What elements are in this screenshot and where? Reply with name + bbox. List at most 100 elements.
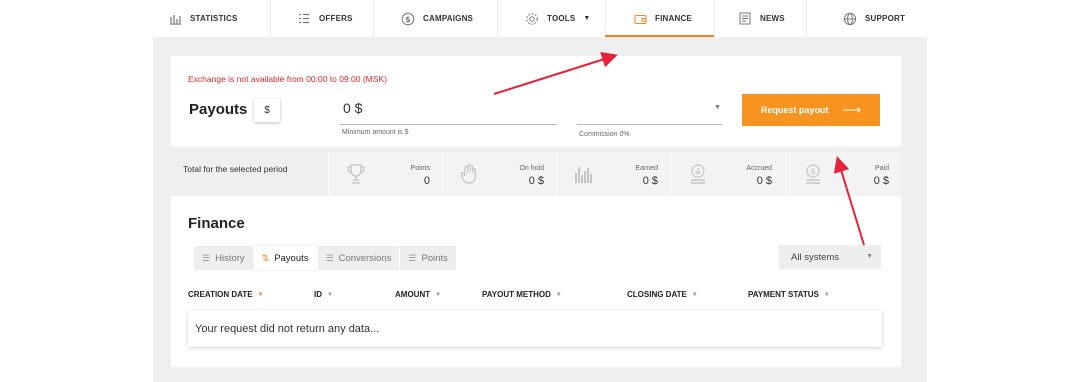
payout-method-select[interactable] — [577, 124, 722, 125]
nav-label: NEWS — [760, 14, 785, 23]
stat-accrued: Accrued 0 $ — [670, 152, 784, 196]
chevron-down-icon[interactable]: ▼ — [714, 104, 721, 111]
sort-down-icon: ▼ — [327, 291, 333, 298]
coin-stack-icon: $ — [802, 162, 824, 186]
stat-value: 0 $ — [756, 175, 772, 187]
stat-points: Points 0 — [328, 152, 442, 196]
download-coin-icon — [687, 162, 709, 186]
commission-text: Commission 0% — [579, 131, 630, 138]
nav-campaigns[interactable]: $ CAMPAIGNS — [401, 0, 473, 37]
sort-arrows-icon: ⇅ — [261, 252, 270, 263]
column-creation-date[interactable]: CREATION DATE ▼ — [188, 290, 264, 299]
globe-icon — [843, 12, 857, 26]
tab-label: Points — [421, 252, 448, 264]
svg-text:$: $ — [577, 165, 581, 173]
amount-underline — [340, 124, 557, 125]
nav-divider — [497, 0, 498, 37]
empty-state-row: Your request did not return any data... — [188, 310, 882, 347]
column-label: CREATION DATE — [188, 290, 253, 299]
nav-label: TOOLS — [547, 14, 576, 23]
stat-label: Points — [410, 165, 430, 172]
nav-divider — [373, 0, 374, 37]
sort-down-icon: ▼ — [823, 291, 830, 298]
nav-label: SUPPORT — [865, 14, 906, 23]
stat-on-hold: On hold 0 $ — [442, 152, 556, 196]
dollar-circle-icon: $ — [401, 12, 415, 26]
nav-label: OFFERS — [319, 14, 353, 23]
stat-value: 0 $ — [642, 175, 658, 187]
nav-support[interactable]: SUPPORT — [843, 0, 905, 37]
nav-divider — [605, 0, 606, 37]
stat-value: 0 — [423, 175, 430, 187]
column-label: CLOSING DATE — [627, 290, 687, 299]
chevron-down-icon: ▼ — [866, 253, 873, 260]
trophy-icon — [345, 162, 367, 186]
tab-label: Payouts — [274, 252, 309, 264]
stat-paid: $ Paid 0 $ — [785, 152, 901, 196]
nav-divider — [714, 0, 715, 37]
column-label: AMOUNT — [395, 290, 431, 299]
sort-down-icon: ▼ — [257, 291, 264, 298]
bar-chart-icon — [168, 12, 182, 26]
currency-selector[interactable]: $ — [254, 98, 280, 122]
column-id[interactable]: ID ▼ — [314, 290, 333, 299]
column-payment-status[interactable]: PAYMENT STATUS ▼ — [748, 290, 830, 299]
chevron-down-icon: ▼ — [583, 15, 591, 22]
amount-hint: Minimum amount is $ — [342, 129, 409, 136]
finance-tabs: ☰ History ⇅ Payouts ☰ Conversions ☰ Poin… — [194, 246, 457, 270]
nav-finance[interactable]: FINANCE — [633, 0, 692, 37]
stat-earned: $ Earned 0 $ — [556, 152, 670, 196]
nav-label: FINANCE — [655, 14, 692, 23]
stat-label: On hold — [519, 165, 544, 172]
nav-tools[interactable]: TOOLS ▼ — [525, 0, 591, 37]
nav-label: CAMPAIGNS — [423, 14, 474, 23]
stat-value: 0 $ — [873, 175, 889, 187]
column-closing-date[interactable]: CLOSING DATE ▼ — [627, 290, 698, 299]
column-amount[interactable]: AMOUNT ▼ — [395, 290, 441, 299]
amount-input[interactable]: 0 $ — [343, 100, 362, 116]
gear-icon — [525, 12, 539, 26]
sort-down-icon: ▼ — [691, 291, 698, 298]
systems-select[interactable]: All systems ▼ — [779, 245, 881, 269]
exchange-warning: Exchange is not available from 00:00 to … — [188, 74, 387, 84]
hand-icon — [459, 162, 481, 186]
stat-label: Accrued — [746, 165, 772, 172]
sort-down-icon: ▼ — [555, 291, 562, 298]
tab-label: Conversions — [338, 252, 392, 264]
tab-conversions[interactable]: ☰ Conversions — [317, 246, 401, 270]
wallet-icon — [633, 12, 647, 26]
nav-statistics[interactable]: STATISTICS — [168, 0, 237, 37]
sort-down-icon: ▼ — [435, 291, 442, 298]
nav-divider — [806, 0, 807, 37]
tab-points[interactable]: ☰ Points — [400, 246, 457, 270]
payouts-title: Payouts — [189, 101, 248, 118]
tab-label: History — [215, 252, 245, 264]
column-label: ID — [314, 290, 322, 299]
column-label: PAYMENT STATUS — [748, 290, 819, 299]
nav-divider — [270, 0, 271, 37]
svg-text:$: $ — [405, 15, 411, 24]
menu-icon: ☰ — [202, 252, 211, 263]
column-label: PAYOUT METHOD — [482, 290, 551, 299]
systems-select-value: All systems — [791, 251, 840, 263]
tab-history[interactable]: ☰ History — [194, 246, 254, 270]
money-stack-icon: $ — [573, 162, 595, 186]
stat-label: Earned — [635, 165, 658, 172]
menu-icon: ☰ — [408, 252, 417, 263]
newspaper-icon — [738, 12, 752, 26]
arrow-right-icon: ⟶ — [842, 102, 862, 117]
totals-label: Total for the selected period — [171, 152, 328, 196]
menu-icon: ☰ — [325, 252, 334, 263]
column-payout-method[interactable]: PAYOUT METHOD ▼ — [482, 290, 562, 299]
stat-value: 0 $ — [528, 175, 544, 187]
finance-title: Finance — [188, 215, 245, 232]
nav-offers[interactable]: OFFERS — [297, 0, 353, 37]
tab-payouts[interactable]: ⇅ Payouts — [253, 246, 318, 270]
nav-label: STATISTICS — [190, 14, 238, 23]
list-icon — [297, 12, 311, 26]
stat-label: Paid — [874, 165, 889, 172]
request-payout-button[interactable]: Request payout ⟶ — [742, 94, 880, 126]
button-label: Request payout — [760, 105, 829, 115]
svg-text:$: $ — [810, 167, 815, 176]
nav-news[interactable]: NEWS — [738, 0, 785, 37]
